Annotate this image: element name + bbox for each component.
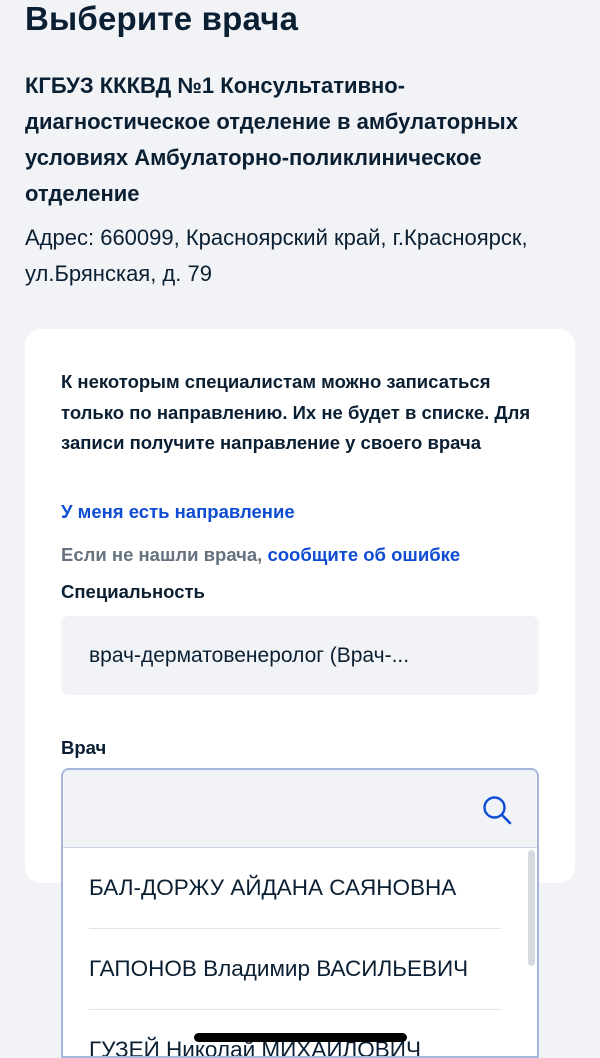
dropdown-scrollbar[interactable]: [528, 850, 535, 966]
doctor-search-input[interactable]: [63, 770, 463, 847]
doctor-label: Врач: [61, 737, 107, 758]
search-icon[interactable]: [481, 794, 513, 826]
page-title: Выберите врача: [25, 0, 299, 37]
organization-address: Адрес: 660099, Красноярский край, г.Крас…: [25, 225, 528, 286]
error-report-prefix: Если не нашли врача,: [61, 544, 268, 565]
organization-name: КГБУЗ КККВД №1 Консультативно-диагностич…: [25, 73, 518, 206]
specialty-select[interactable]: врач-дерматовенеролог (Врач-...: [61, 616, 539, 695]
specialty-selected-value: врач-дерматовенеролог (Врач-...: [89, 644, 410, 667]
error-report-link[interactable]: сообщите об ошибке: [267, 544, 460, 565]
error-report-line: Если не нашли врача, сообщите об ошибке: [61, 544, 460, 566]
doctor-option-label: ГАПОНОВ Владимир ВАСИЛЬЕВИЧ: [89, 956, 469, 981]
doctor-search-row: [63, 770, 537, 848]
doctor-option[interactable]: ГАПОНОВ Владимир ВАСИЛЬЕВИЧ: [89, 929, 501, 1010]
doctor-option[interactable]: БАЛ-ДОРЖУ АЙДАНА САЯНОВНА: [89, 848, 501, 929]
referral-link[interactable]: У меня есть направление: [61, 501, 295, 523]
doctor-option-label: БАЛ-ДОРЖУ АЙДАНА САЯНОВНА: [89, 875, 457, 900]
home-indicator: [194, 1033, 407, 1042]
referral-info-text: К некоторым специалистам можно записатьс…: [61, 371, 531, 453]
specialty-label: Специальность: [61, 581, 205, 602]
doctor-dropdown: БАЛ-ДОРЖУ АЙДАНА САЯНОВНА ГАПОНОВ Владим…: [61, 768, 539, 1058]
